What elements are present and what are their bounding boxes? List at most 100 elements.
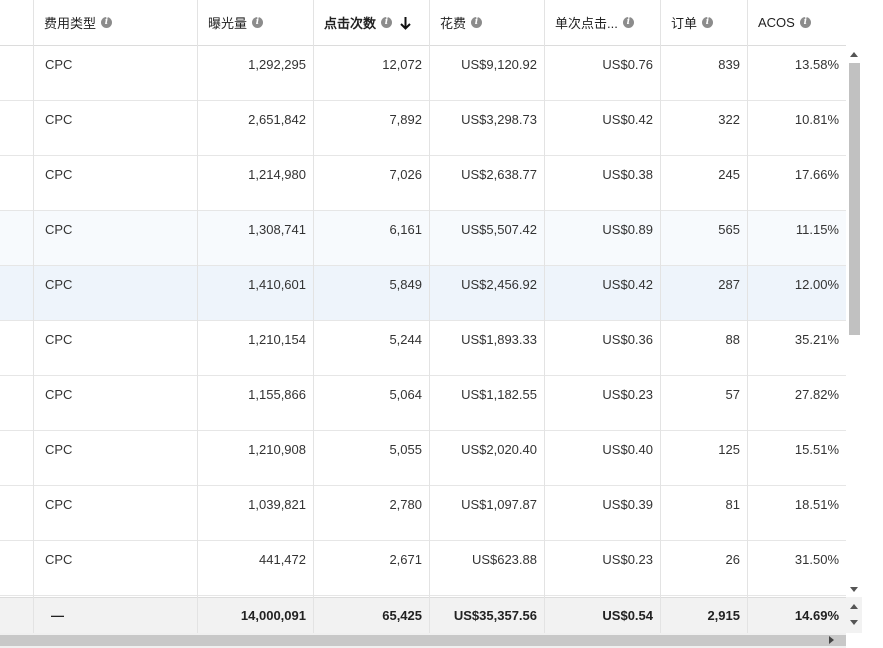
column-header-label: ACOS [758, 15, 795, 30]
info-icon[interactable]: i [252, 17, 264, 28]
cell-cost_type: CPC [45, 277, 73, 292]
footer-scroll-up-icon[interactable] [850, 604, 858, 609]
cell-cost_type: CPC [45, 222, 73, 237]
info-icon[interactable]: i [702, 17, 714, 28]
cell-cost_type: CPC [45, 497, 73, 512]
cell-orders: 287 [718, 277, 740, 292]
column-header-label: 花费 [440, 16, 467, 31]
cell-impressions: 441,472 [259, 552, 306, 567]
table-row[interactable]: CPC 1,210,154 5,244 US$1,893.33 US$0.36 88 35.… [0, 321, 846, 376]
total-cpc: US$0.54 [602, 608, 653, 623]
scroll-down-icon[interactable] [850, 587, 858, 592]
cell-acos: 13.58% [794, 57, 839, 72]
column-header-orders[interactable]: 订单 i [660, 0, 747, 45]
cell-impressions: 1,210,154 [248, 332, 306, 347]
vertical-scrollbar-thumb[interactable] [849, 63, 860, 335]
cell-cpc: US$0.89 [602, 222, 653, 237]
cell-cost_type: CPC [45, 112, 73, 127]
cell-acos: 35.21% [794, 332, 839, 347]
cell-clicks: 7,892 [389, 112, 422, 127]
cell-cost_type: CPC [45, 332, 73, 347]
table-row[interactable]: CPC 1,214,980 7,026 US$2,638.77 US$0.38 245 17… [0, 156, 846, 211]
cell-spend: US$1,097.87 [461, 497, 537, 512]
cell-orders: 88 [725, 332, 740, 347]
info-icon[interactable]: i [622, 17, 634, 28]
vertical-scrollbar[interactable] [846, 45, 862, 597]
sort-descending-arrow-icon[interactable] [400, 16, 411, 30]
cell-clicks: 5,064 [389, 387, 422, 402]
column-header-spend[interactable]: 花费 i [429, 0, 544, 45]
table-row[interactable]: CPC 1,039,821 2,780 US$1,097.87 US$0.39 81 18.… [0, 486, 846, 541]
cell-cpc: US$0.76 [602, 57, 653, 72]
cell-cpc: US$0.40 [602, 442, 653, 457]
cell-acos: 10.81% [794, 112, 839, 127]
cell-acos: 11.15% [795, 222, 839, 237]
cell-acos: 27.82% [794, 387, 839, 402]
footer-scroll-down-icon[interactable] [850, 620, 858, 625]
info-icon[interactable]: i [799, 17, 811, 28]
cell-orders: 245 [718, 167, 740, 182]
total-acos: 14.69% [794, 608, 839, 623]
table-row[interactable]: CPC 1,210,908 5,055 US$2,020.40 US$0.40 125 15… [0, 431, 846, 486]
horizontal-scrollbar-thumb[interactable] [0, 635, 846, 646]
cell-orders: 839 [718, 57, 740, 72]
total-cost_type: — [51, 608, 64, 623]
cell-clicks: 7,026 [389, 167, 422, 182]
cell-impressions: 1,292,295 [248, 57, 306, 72]
total-impressions: 14,000,091 [240, 608, 306, 623]
cell-clicks: 2,671 [389, 552, 422, 567]
column-header-clicks[interactable]: 点击次数 i [313, 0, 429, 45]
scroll-right-icon[interactable] [829, 636, 834, 644]
column-header-label: 订单 [671, 16, 698, 31]
column-header-acos[interactable]: ACOS i [747, 0, 846, 45]
cell-impressions: 1,210,908 [248, 442, 306, 457]
column-header-cpc[interactable]: 单次点击... i [544, 0, 660, 45]
column-divider [33, 0, 34, 633]
cell-impressions: 2,651,842 [248, 112, 306, 127]
horizontal-scrollbar[interactable] [0, 633, 846, 648]
cell-orders: 565 [718, 222, 740, 237]
total-orders: 2,915 [707, 608, 740, 623]
cell-cpc: US$0.39 [602, 497, 653, 512]
cell-acos: 31.50% [794, 552, 839, 567]
info-icon[interactable]: i [381, 17, 393, 28]
scrollbar-corner [846, 633, 862, 648]
column-header-label: 单次点击... [555, 16, 618, 31]
table-header: 费用类型 i 曝光量 i 点击次数 i 花费 i 单次点击... i 订单 i ACOS i [0, 0, 846, 46]
table-row[interactable]: CPC 1,308,741 6,161 US$5,507.42 US$0.89 565 11… [0, 211, 846, 266]
cell-cost_type: CPC [45, 442, 73, 457]
cell-cpc: US$0.42 [602, 277, 653, 292]
column-header-cost_type[interactable]: 费用类型 i [33, 0, 197, 45]
cell-spend: US$623.88 [471, 552, 537, 567]
table-totals-row: — 14,000,091 65,425 US$35,357.56 US$0.54 2,91… [0, 597, 846, 633]
cell-impressions: 1,410,601 [248, 277, 306, 292]
info-icon[interactable]: i [101, 17, 113, 28]
cell-spend: US$2,456.92 [461, 277, 537, 292]
cell-clicks: 6,161 [389, 222, 422, 237]
scroll-up-icon[interactable] [850, 52, 858, 57]
cell-cost_type: CPC [45, 552, 73, 567]
cell-spend: US$2,638.77 [461, 167, 537, 182]
cell-clicks: 5,055 [389, 442, 422, 457]
cell-orders: 57 [725, 387, 740, 402]
cell-cpc: US$0.23 [602, 387, 653, 402]
cell-acos: 15.51% [794, 442, 839, 457]
total-spend: US$35,357.56 [453, 608, 537, 623]
table-row[interactable]: CPC 2,651,842 7,892 US$3,298.73 US$0.42 322 10… [0, 101, 846, 156]
cell-orders: 81 [725, 497, 740, 512]
table-row[interactable]: CPC 441,472 2,671 US$623.88 US$0.23 26 31.50% [0, 541, 846, 596]
cell-spend: US$5,507.42 [461, 222, 537, 237]
table-row[interactable]: CPC 1,155,866 5,064 US$1,182.55 US$0.23 57 27.… [0, 376, 846, 431]
cell-acos: 12.00% [794, 277, 839, 292]
column-header-impressions[interactable]: 曝光量 i [197, 0, 313, 45]
footer-scrollbar[interactable] [846, 597, 862, 633]
column-divider [429, 0, 430, 633]
cell-orders: 322 [718, 112, 740, 127]
cell-acos: 17.66% [794, 167, 839, 182]
table-row[interactable]: CPC 1,292,295 12,072 US$9,120.92 US$0.76 839 1… [0, 46, 846, 101]
cell-spend: US$9,120.92 [461, 57, 537, 72]
table-row[interactable]: CPC 1,410,601 5,849 US$2,456.92 US$0.42 287 12… [0, 266, 846, 321]
cell-orders: 125 [718, 442, 740, 457]
info-icon[interactable]: i [471, 17, 483, 28]
cell-cpc: US$0.42 [602, 112, 653, 127]
